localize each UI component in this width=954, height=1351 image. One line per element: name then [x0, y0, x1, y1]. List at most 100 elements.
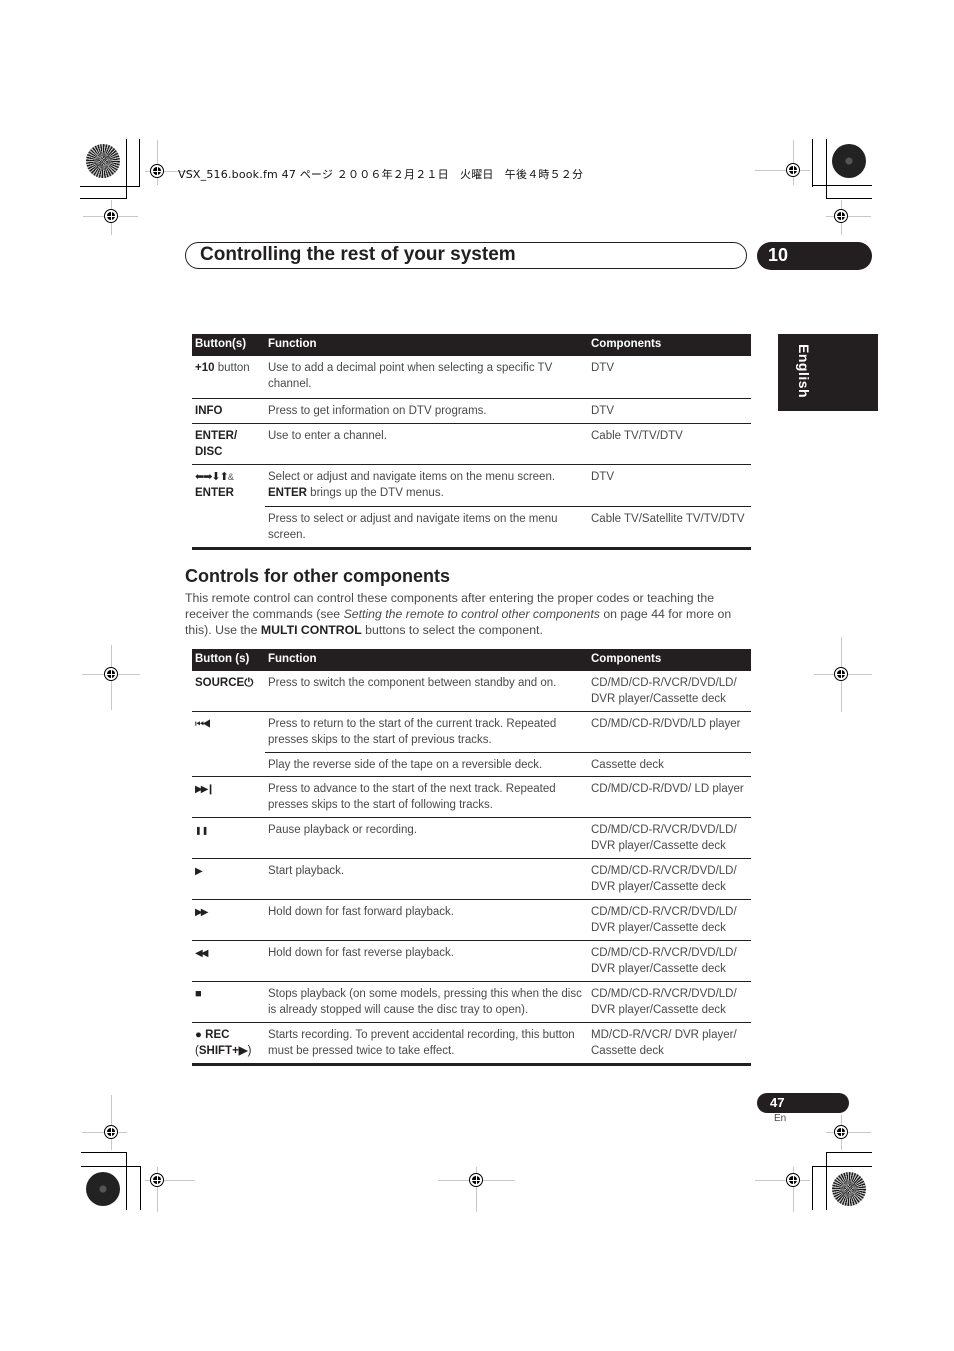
table-row: ■ Stops playback (on some models, pressi…	[192, 980, 751, 1022]
crop-line	[812, 139, 813, 187]
button-cell: ▶▶	[192, 898, 265, 940]
registration-crosshair-icon	[104, 1125, 118, 1139]
function-cell: Press to advance to the start of the nex…	[265, 775, 588, 817]
button-cell: ■	[192, 980, 265, 1022]
table-row: ▶▶❙ Press to advance to the start of the…	[192, 775, 751, 817]
registration-crosshair-icon	[150, 1173, 164, 1187]
section-intro: This remote control can control these co…	[185, 591, 732, 637]
registration-target-top-left	[86, 144, 120, 178]
crop-line	[812, 185, 872, 186]
components-cell: DTV	[591, 362, 614, 374]
function-cell: Use to add a decimal point when selectin…	[268, 362, 553, 390]
crop-line	[812, 1166, 813, 1210]
crop-line	[826, 1152, 827, 1210]
crop-line	[826, 139, 827, 199]
button-cell: ▶▶❙	[192, 775, 265, 817]
registration-target-bottom-left	[86, 1172, 120, 1206]
stop-icon: ■	[195, 987, 202, 1000]
registration-crosshair-icon	[834, 1125, 848, 1139]
crop-line	[755, 1180, 810, 1181]
table-row: ▶ Start playback. CD/MD/CD-R/VCR/DVD/LD/…	[192, 857, 751, 899]
function-cell: Start playback.	[265, 857, 588, 899]
crop-line	[755, 170, 810, 171]
table-row: ◀◀ Hold down for fast reverse playback. …	[192, 939, 751, 981]
registration-crosshair-icon	[104, 209, 118, 223]
components-cell: MD/CD-R/VCR/ DVR player/ Cassette deck	[588, 1021, 751, 1066]
power-icon: SOURCE⏻	[195, 677, 254, 689]
button-cell: ⏮◀	[192, 710, 265, 776]
column-header: Function	[265, 649, 588, 671]
function-cell: Hold down for fast forward playback.	[265, 898, 588, 940]
function-cell: Use to enter a channel.	[265, 422, 588, 464]
components-cell: DTV	[588, 397, 751, 423]
button-cell: ● REC (SHIFT+▶)	[192, 1021, 265, 1066]
column-header: Button(s)	[192, 334, 265, 356]
chapter-number: 10	[768, 245, 789, 265]
previous-track-icon: ⏮◀	[195, 718, 211, 730]
button-cell: SOURCE⏻	[192, 671, 265, 711]
table-row: +10 button Use to add a decimal point wh…	[192, 356, 751, 398]
column-header: Button (s)	[192, 649, 265, 671]
button-cell: ENTER/ DISC	[192, 422, 265, 464]
table-row: SOURCE⏻ Press to switch the component be…	[192, 671, 751, 711]
table-row: ❚❚ Pause playback or recording. CD/MD/CD…	[192, 816, 751, 858]
components-cell: DTV	[588, 463, 751, 506]
crop-line	[81, 1152, 127, 1153]
function-cell: Stops playback (on some models, pressing…	[265, 980, 588, 1022]
button-cell: ❚❚	[192, 816, 265, 858]
components-cell: Cassette deck	[588, 751, 751, 776]
components-cell: CD/MD/CD-R/DVD/ LD player	[588, 775, 751, 817]
table-row: ⏮◀ Press to return to the start of the c…	[192, 710, 751, 776]
registration-crosshair-icon	[104, 667, 118, 681]
function-cell: Pause playback or recording.	[265, 816, 588, 858]
button-cell: +10 button	[195, 362, 250, 374]
crop-line	[812, 1166, 872, 1167]
components-cell: CD/MD/CD-R/VCR/DVD/LD/ DVR player/Casset…	[588, 939, 751, 981]
registration-crosshair-icon	[469, 1173, 483, 1187]
crop-line	[826, 198, 872, 199]
components-cell: CD/MD/CD-R/VCR/DVD/LD/ DVR player/Casset…	[588, 980, 751, 1022]
registration-target-bottom-right	[832, 1172, 866, 1206]
registration-crosshair-icon	[834, 667, 848, 681]
cross-reference-link: Setting the remote to control other comp…	[343, 607, 600, 621]
crop-line	[126, 1152, 127, 1210]
crop-line	[111, 1095, 112, 1150]
crop-line	[139, 139, 140, 187]
components-cell: CD/MD/CD-R/VCR/DVD/LD/ DVR player/Casset…	[588, 898, 751, 940]
column-header: Function	[265, 334, 588, 356]
crop-line	[81, 1166, 141, 1167]
registration-crosshair-icon	[786, 1173, 800, 1187]
button-cell: ◀◀	[192, 939, 265, 981]
play-icon: ▶	[195, 865, 203, 877]
language-tab: English	[778, 334, 878, 411]
function-cell: Press to switch the component between st…	[268, 677, 557, 689]
table-row: ▶▶ Hold down for fast forward playback. …	[192, 898, 751, 940]
registration-crosshair-icon	[150, 164, 164, 178]
crop-line	[826, 1132, 871, 1133]
button-cell: INFO	[192, 397, 265, 423]
function-cell: Press to select or adjust and navigate i…	[265, 505, 588, 550]
fast-forward-icon: ▶▶	[195, 906, 208, 918]
components-cell: CD/MD/CD-R/DVD/LD player	[588, 710, 751, 752]
language-tab-label: English	[796, 344, 812, 399]
components-cell: Cable TV/TV/DTV	[588, 422, 751, 464]
function-cell: Starts recording. To prevent accidental …	[265, 1021, 588, 1066]
next-track-icon: ▶▶❙	[195, 783, 215, 795]
record-icon: ● REC	[195, 1028, 230, 1041]
function-cell: Press to return to the start of the curr…	[265, 710, 588, 752]
crop-line	[80, 186, 140, 187]
table-row: ⬅➡⬇⬆& ENTER Select or adjust and navigate…	[192, 463, 751, 550]
arrow-keys-icon: ⬅➡⬇⬆	[195, 470, 229, 483]
table-row: ENTER/ DISC Use to enter a channel. Cabl…	[192, 422, 751, 464]
dtv-controls-table: Button(s) Function Components +10 button…	[192, 334, 751, 550]
crop-line	[80, 198, 127, 199]
table-row: INFO Press to get information on DTV pro…	[192, 397, 751, 423]
function-cell: Hold down for fast reverse playback.	[265, 939, 588, 981]
components-cell: CD/MD/CD-R/VCR/DVD/LD/ DVR player/Casset…	[588, 816, 751, 858]
components-cell: CD/MD/CD-R/VCR/DVD/LD/ DVR player/Casset…	[588, 857, 751, 899]
registration-target-top-right	[832, 144, 866, 178]
other-components-table: Button (s) Function Components SOURCE⏻ P…	[192, 649, 751, 1066]
column-header: Components	[588, 334, 751, 356]
column-header: Components	[588, 649, 751, 671]
page-number: 47	[770, 1095, 785, 1110]
